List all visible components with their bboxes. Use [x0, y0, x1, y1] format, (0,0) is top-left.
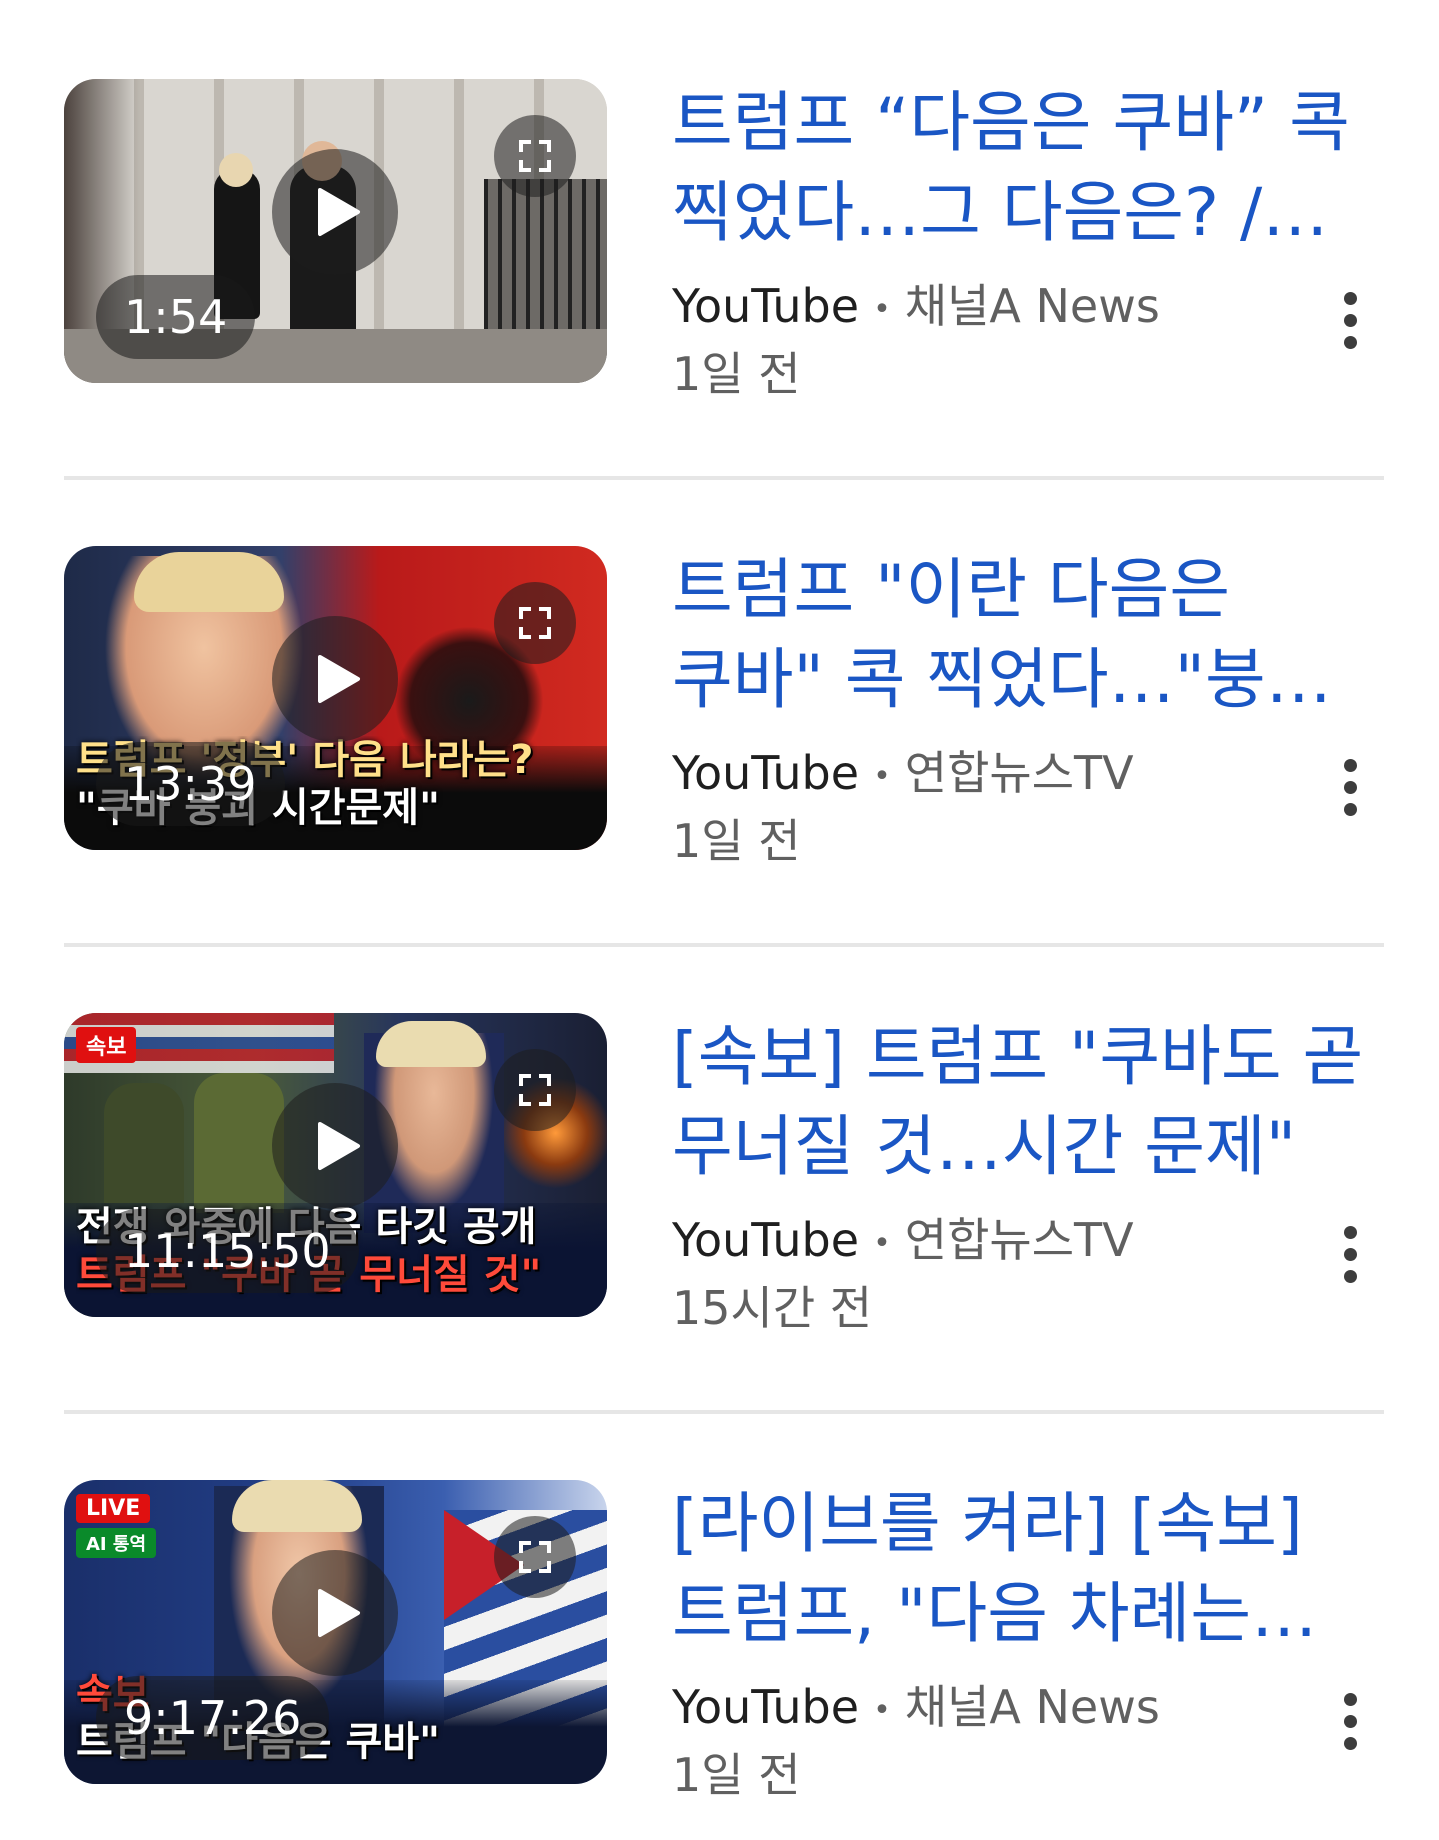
more-vert-icon [1344, 292, 1357, 305]
upload-age: 1일 전 [672, 814, 801, 868]
duration-badge: 13:39 [96, 742, 285, 826]
channel-name: 연합뉴스TV [904, 1213, 1134, 1267]
video-meta: YouTube • 채널A News [672, 278, 1160, 338]
more-options-button[interactable] [1326, 1687, 1376, 1757]
more-vert-icon [1344, 1693, 1357, 1706]
play-button[interactable] [272, 149, 398, 275]
more-vert-icon [1344, 759, 1357, 772]
expand-button[interactable] [494, 115, 576, 197]
more-options-button[interactable] [1326, 1220, 1376, 1290]
separator-dot: • [873, 758, 891, 794]
play-icon [318, 1589, 360, 1637]
video-result-2[interactable]: 트럼프 '정부' 다음 나라는? "쿠바 붕괴 시간문제" 13:39 트럼프 … [0, 467, 1439, 868]
more-vert-icon-dot [1344, 803, 1357, 816]
duration-badge: 11:15:50 [96, 1209, 359, 1293]
more-vert-icon-dot [1344, 781, 1357, 794]
channel-name: 채널A News [904, 1680, 1160, 1734]
upload-age: 1일 전 [672, 1748, 801, 1802]
expand-button[interactable] [494, 582, 576, 664]
channel-name: 채널A News [904, 279, 1160, 333]
upload-age: 15시간 전 [672, 1281, 873, 1335]
play-icon [318, 188, 360, 236]
more-vert-icon-dot [1344, 1737, 1357, 1750]
upload-age: 1일 전 [672, 347, 801, 401]
separator-dot: • [873, 1692, 891, 1728]
expand-icon [519, 140, 551, 172]
play-button[interactable] [272, 616, 398, 742]
more-vert-icon-dot [1344, 1715, 1357, 1728]
more-vert-icon-dot [1344, 314, 1357, 327]
thumbnail-tag: 속보 [76, 1027, 137, 1063]
video-thumbnail[interactable]: 속보 전쟁 와중에 다음 타깃 공개 트럼프 "쿠바 곧 무너질 것" 11:1… [64, 1013, 607, 1317]
video-title[interactable]: [라이브를 켜라] [속보] 트럼프, "다음 차례는 쿠바" [672, 1479, 1392, 1659]
expand-icon [519, 1074, 551, 1106]
play-icon [318, 1122, 360, 1170]
play-button[interactable] [272, 1550, 398, 1676]
channel-name: 연합뉴스TV [904, 746, 1134, 800]
expand-icon [519, 607, 551, 639]
play-button[interactable] [272, 1083, 398, 1209]
video-meta: YouTube • 채널A News [672, 1679, 1160, 1739]
video-thumbnail[interactable]: 1:54 [64, 79, 607, 383]
video-thumbnail[interactable]: LIVE AI 통역 속보 트럼프 "다음은 쿠바" 9:17:26 [64, 1480, 607, 1784]
duration-badge: 1:54 [96, 275, 256, 359]
expand-button[interactable] [494, 1516, 576, 1598]
thumbnail-tag: LIVE [76, 1494, 151, 1523]
duration-badge: 9:17:26 [96, 1676, 330, 1760]
video-result-1[interactable]: 1:54 트럼프 “다음은 쿠바” 콕 찍었다…그 다음은? / 채널A / 뉴… [0, 0, 1439, 401]
video-title[interactable]: [속보] 트럼프 "쿠바도 곧 무너질 것…시간 문제" [672, 1012, 1392, 1192]
video-title[interactable]: 트럼프 “다음은 쿠바” 콕 찍었다…그 다음은? / 채널A / 뉴스A [672, 78, 1392, 258]
source-label: YouTube [672, 746, 860, 800]
source-label: YouTube [672, 1213, 860, 1267]
video-thumbnail[interactable]: 트럼프 '정부' 다음 나라는? "쿠바 붕괴 시간문제" 13:39 [64, 546, 607, 850]
more-vert-icon-dot [1344, 1248, 1357, 1261]
more-vert-icon-dot [1344, 1270, 1357, 1283]
video-meta: YouTube • 연합뉴스TV [672, 1212, 1134, 1272]
more-vert-icon [1344, 1226, 1357, 1239]
play-icon [318, 655, 360, 703]
more-options-button[interactable] [1326, 286, 1376, 356]
video-result-3[interactable]: 속보 전쟁 와중에 다음 타깃 공개 트럼프 "쿠바 곧 무너질 것" 11:1… [0, 934, 1439, 1335]
more-vert-icon-dot [1344, 336, 1357, 349]
more-options-button[interactable] [1326, 753, 1376, 823]
video-title[interactable]: 트럼프 "이란 다음은 쿠바" 콕 찍었다…"붕괴는 시간문제" [672, 545, 1392, 725]
separator-dot: • [873, 1225, 891, 1261]
video-meta: YouTube • 연합뉴스TV [672, 745, 1134, 805]
expand-button[interactable] [494, 1049, 576, 1131]
expand-icon [519, 1541, 551, 1573]
source-label: YouTube [672, 279, 860, 333]
source-label: YouTube [672, 1680, 860, 1734]
thumbnail-tag-secondary: AI 통역 [76, 1528, 157, 1558]
separator-dot: • [873, 291, 891, 327]
video-result-4[interactable]: LIVE AI 통역 속보 트럼프 "다음은 쿠바" 9:17:26 [라이브를… [0, 1401, 1439, 1802]
